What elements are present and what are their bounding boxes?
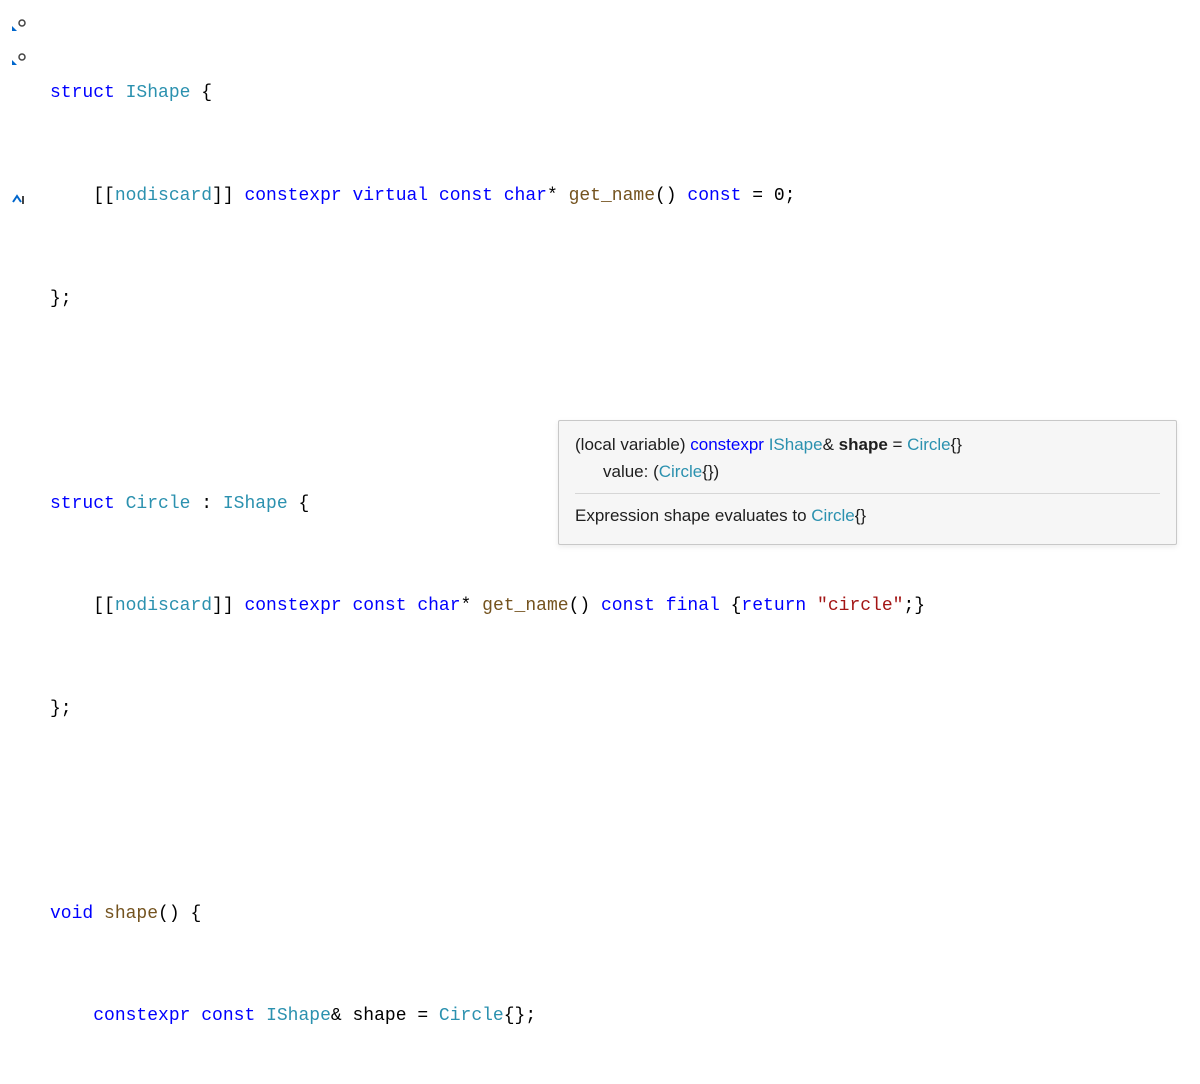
code-line: void shape() {: [50, 897, 925, 931]
keyword: const: [687, 186, 741, 206]
function-name: get_name: [482, 596, 568, 616]
punct: *: [461, 596, 483, 616]
keyword: struct: [50, 494, 115, 514]
punct: {}: [951, 435, 962, 454]
keyword: constexpr: [690, 435, 764, 454]
keyword: const: [352, 596, 406, 616]
punct: ;}: [903, 596, 925, 616]
punct: :: [190, 494, 222, 514]
punct: =: [888, 435, 907, 454]
track-changes-icon[interactable]: [10, 187, 28, 205]
punct: *: [547, 186, 569, 206]
variable: shape: [839, 435, 888, 454]
punct: {}): [702, 462, 719, 481]
type-name: Circle: [439, 1006, 504, 1026]
type-name: Circle: [126, 494, 191, 514]
variable: shape: [353, 1006, 407, 1026]
tooltip-text: value: (: [603, 462, 659, 481]
keyword: virtual: [352, 186, 428, 206]
keyword: constexpr: [93, 1006, 190, 1026]
keyword: char: [417, 596, 460, 616]
keyword: return: [741, 596, 806, 616]
punct: [[: [93, 596, 115, 616]
keyword: void: [50, 904, 93, 924]
function-name: shape: [104, 904, 158, 924]
type-name: IShape: [769, 435, 823, 454]
code-line: };: [50, 692, 925, 726]
punct: ]]: [212, 186, 244, 206]
punct: {: [720, 596, 742, 616]
code-line: [[nodiscard]] constexpr const char* get_…: [50, 589, 925, 623]
gutter: [0, 0, 50, 1084]
punct: (): [655, 186, 687, 206]
punct: &: [823, 435, 839, 454]
type-name: Circle: [907, 435, 950, 454]
keyword: final: [666, 596, 720, 616]
attribute: nodiscard: [115, 186, 212, 206]
tooltip-text: (local variable): [575, 435, 690, 454]
punct: = 0;: [741, 186, 795, 206]
punct: };: [50, 699, 72, 719]
keyword: constexpr: [244, 186, 341, 206]
string-literal: "circle": [817, 596, 903, 616]
punct: [[: [93, 186, 115, 206]
punct: {: [190, 83, 212, 103]
tooltip-signature: (local variable) constexpr IShape& shape…: [575, 431, 1160, 458]
keyword: char: [504, 186, 547, 206]
type-name: IShape: [266, 1006, 331, 1026]
quick-info-tooltip: (local variable) constexpr IShape& shape…: [558, 420, 1177, 545]
attribute: nodiscard: [115, 596, 212, 616]
function-name: get_name: [569, 186, 655, 206]
punct: &: [331, 1006, 353, 1026]
code-line: constexpr const IShape& shape = Circle{}…: [50, 999, 925, 1033]
keyword: const: [601, 596, 655, 616]
tooltip-text: Expression shape evaluates to: [575, 506, 811, 525]
type-name: Circle: [659, 462, 702, 481]
punct: {};: [504, 1006, 536, 1026]
keyword: const: [201, 1006, 255, 1026]
punct: =: [407, 1006, 439, 1026]
code-line: struct IShape {: [50, 76, 925, 110]
punct: (): [569, 596, 601, 616]
lightbulb-suggestion-icon[interactable]: [10, 16, 28, 34]
keyword: const: [439, 186, 493, 206]
code-line-blank: [50, 384, 925, 418]
code-line: };: [50, 282, 925, 316]
punct: };: [50, 289, 72, 309]
lightbulb-suggestion-icon[interactable]: [10, 50, 28, 68]
tooltip-expression: Expression shape evaluates to Circle{}: [575, 502, 1160, 529]
type-name: IShape: [223, 494, 288, 514]
type-name: Circle: [811, 506, 854, 525]
punct: {: [288, 494, 310, 514]
punct: ]]: [212, 596, 244, 616]
code-line: [[nodiscard]] constexpr virtual const ch…: [50, 179, 925, 213]
code-line-blank: [50, 794, 925, 828]
punct: () {: [158, 904, 201, 924]
keyword: constexpr: [244, 596, 341, 616]
type-name: IShape: [126, 83, 191, 103]
divider: [575, 493, 1160, 494]
punct: {}: [855, 506, 866, 525]
keyword: struct: [50, 83, 115, 103]
tooltip-value: value: (Circle{}): [603, 458, 1160, 485]
